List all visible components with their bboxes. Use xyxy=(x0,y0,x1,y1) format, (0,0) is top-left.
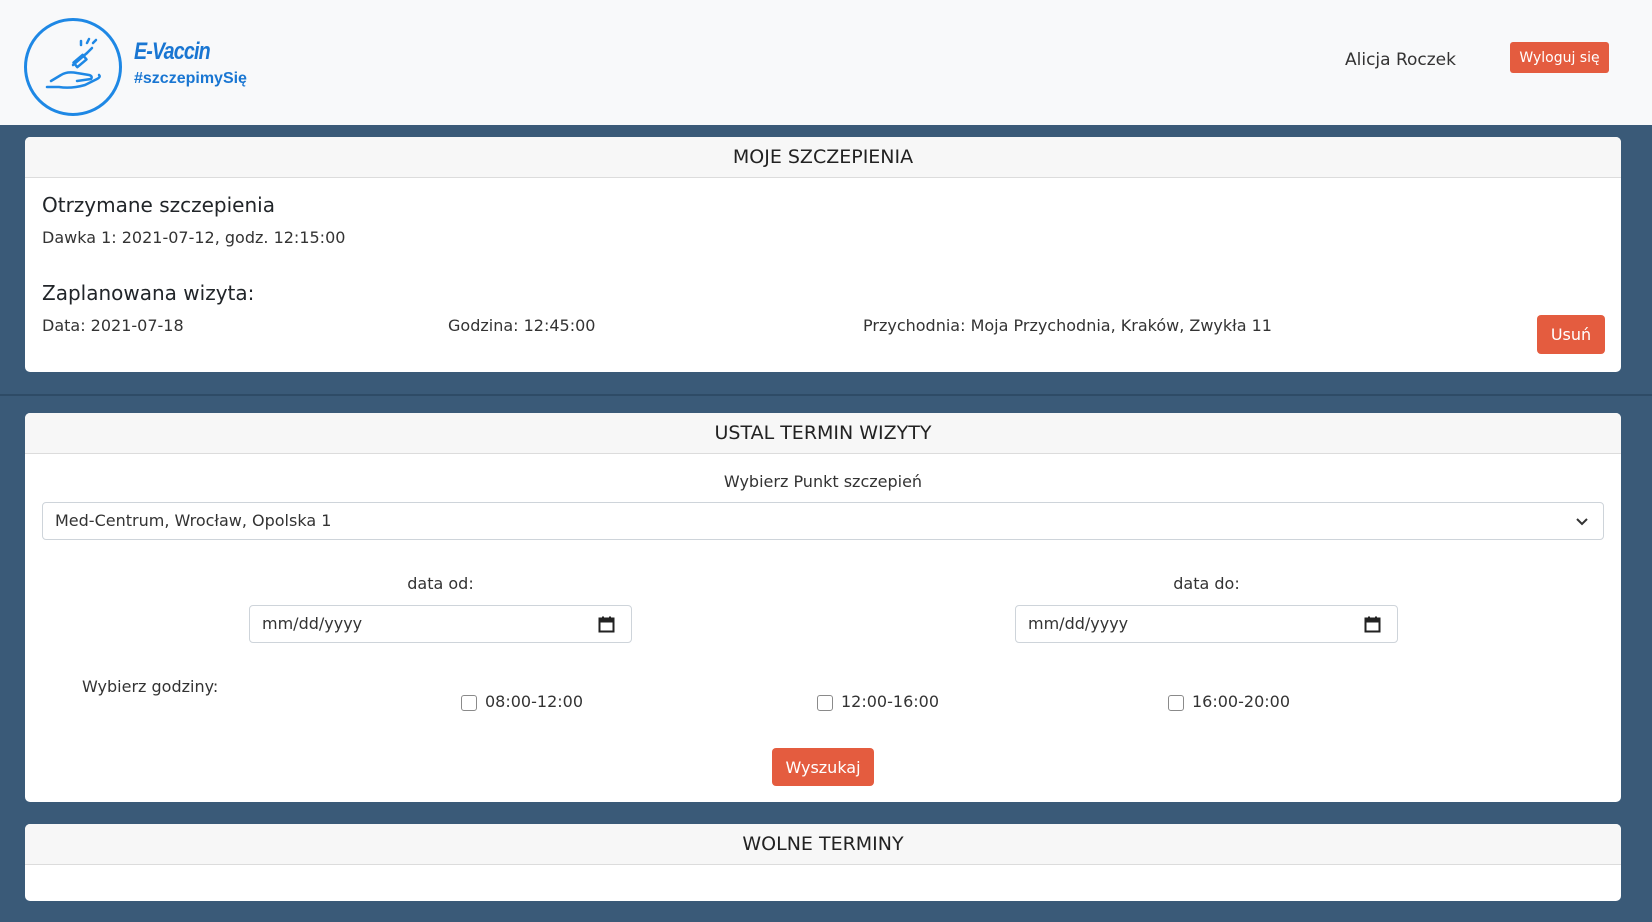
slot-checkbox-08-12[interactable] xyxy=(461,695,477,711)
slot-checkbox-12-16[interactable] xyxy=(817,695,833,711)
vaccine-hand-icon xyxy=(45,37,101,89)
calendar-icon[interactable] xyxy=(1364,616,1381,633)
selected-point-value: Med-Centrum, Wrocław, Opolska 1 xyxy=(55,511,332,530)
delete-visit-button[interactable]: Usuń xyxy=(1537,315,1605,354)
slot-checkbox-16-20[interactable] xyxy=(1168,695,1184,711)
brand-title: E-Vaccin xyxy=(134,38,211,65)
brand-hashtag: #szczepimySię xyxy=(134,70,247,87)
calendar-icon[interactable] xyxy=(598,616,615,633)
card-title: USTAL TERMIN WIZYTY xyxy=(25,413,1621,454)
visit-date: Data: 2021-07-18 xyxy=(42,316,184,335)
logo[interactable] xyxy=(24,18,122,116)
date-to-placeholder: mm/dd/yyyy xyxy=(1028,614,1129,633)
vaccination-point-label: Wybierz Punkt szczepień xyxy=(723,472,923,491)
section-divider xyxy=(0,394,1652,396)
slot-label-08-12: 08:00-12:00 xyxy=(485,692,583,711)
schedule-visit-card: USTAL TERMIN WIZYTY Wybierz Punkt szczep… xyxy=(25,413,1621,802)
visit-clinic: Przychodnia: Moja Przychodnia, Kraków, Z… xyxy=(863,316,1272,335)
chevron-down-icon xyxy=(1576,518,1588,526)
my-vaccinations-card: MOJE SZCZEPIENIA Otrzymane szczepienia D… xyxy=(25,137,1621,372)
date-to-input[interactable]: mm/dd/yyyy xyxy=(1015,605,1398,643)
date-from-placeholder: mm/dd/yyyy xyxy=(262,614,363,633)
card-title: MOJE SZCZEPIENIA xyxy=(25,137,1621,178)
visit-time: Godzina: 12:45:00 xyxy=(448,316,596,335)
date-to-label: data do: xyxy=(1173,574,1240,593)
card-title: WOLNE TERMINY xyxy=(25,824,1621,865)
slot-label-12-16: 12:00-16:00 xyxy=(841,692,939,711)
logout-button[interactable]: Wyloguj się xyxy=(1510,42,1609,73)
received-heading: Otrzymane szczepienia xyxy=(42,193,275,217)
date-from-input[interactable]: mm/dd/yyyy xyxy=(249,605,632,643)
slot-label-16-20: 16:00-20:00 xyxy=(1192,692,1290,711)
date-from-label: data od: xyxy=(407,574,474,593)
search-button[interactable]: Wyszukaj xyxy=(772,748,874,786)
dose-1-info: Dawka 1: 2021-07-12, godz. 12:15:00 xyxy=(42,228,346,247)
planned-visit-heading: Zaplanowana wizyta: xyxy=(42,281,255,305)
top-navbar: E-Vaccin #szczepimySię Alicja Roczek Wyl… xyxy=(0,0,1652,125)
vaccination-point-select[interactable]: Med-Centrum, Wrocław, Opolska 1 xyxy=(42,502,1604,540)
user-name: Alicja Roczek xyxy=(1345,50,1456,70)
hours-label: Wybierz godziny: xyxy=(82,677,219,696)
free-slots-card: WOLNE TERMINY xyxy=(25,824,1621,901)
